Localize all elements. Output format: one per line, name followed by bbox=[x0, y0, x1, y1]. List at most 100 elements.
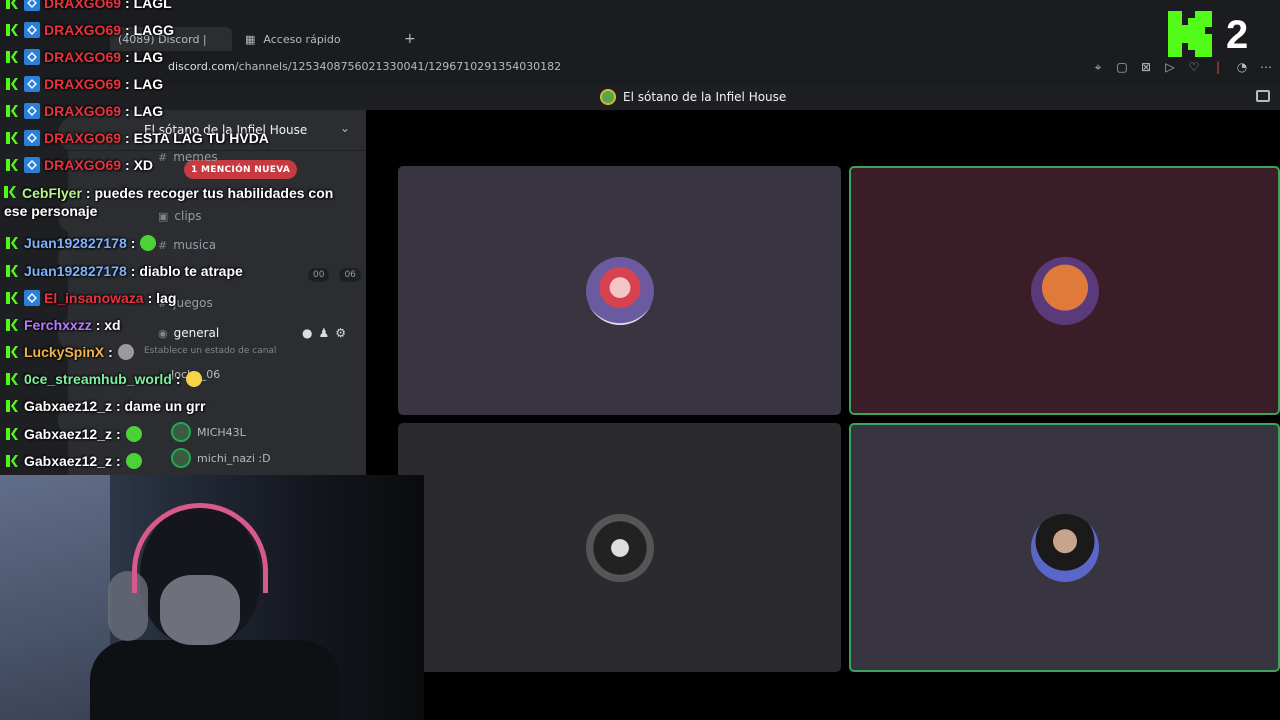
chat-username[interactable]: El_insanowaza bbox=[44, 289, 144, 307]
chat-username[interactable]: DRAXGO69 bbox=[44, 129, 121, 147]
chat-username[interactable]: Ferchxxzz bbox=[24, 316, 92, 334]
subscriber-badge-icon bbox=[24, 22, 40, 38]
browser-toolbar: ⌖ ▢ ⊠ ▷ ♡ | ◔ ⋯ bbox=[1090, 60, 1274, 75]
timer-seconds: 06 bbox=[339, 268, 361, 282]
chat-username[interactable]: DRAXGO69 bbox=[44, 75, 121, 93]
chat-message: DRAXGO69: LAG bbox=[6, 48, 163, 66]
new-tab-button[interactable]: + bbox=[404, 27, 416, 51]
chat-message: DRAXGO69: LAGG bbox=[6, 21, 174, 39]
chat-username[interactable]: CebFlyer bbox=[22, 185, 82, 201]
chat-message: Juan192827178: diablo te atrape bbox=[6, 262, 243, 280]
play-icon[interactable]: ▷ bbox=[1162, 60, 1178, 75]
chat-text: : ESTA LAG TU HVDA bbox=[125, 130, 269, 146]
headset-icon bbox=[132, 503, 268, 593]
chat-username[interactable]: Gabxaez12_z bbox=[24, 425, 112, 443]
chat-username[interactable]: Gabxaez12_z bbox=[24, 452, 112, 470]
chat-text: : LAGL bbox=[125, 0, 172, 11]
avatar bbox=[585, 513, 654, 582]
emote-icon bbox=[117, 344, 134, 360]
server-title-text: El sótano de la Infiel House bbox=[623, 90, 787, 104]
participant-tile-speaking[interactable] bbox=[849, 166, 1280, 415]
chat-message: Gabxaez12_z: dame un grr bbox=[6, 397, 205, 415]
kick-badge-icon bbox=[4, 186, 16, 198]
chat-message: DRAXGO69: XD bbox=[6, 156, 153, 174]
emote-icon bbox=[140, 235, 157, 251]
chat-message: Gabxaez12_z: bbox=[6, 425, 142, 443]
chat-message: Ferchxxzz: xd bbox=[6, 316, 121, 334]
menu-icon[interactable]: ⋯ bbox=[1258, 60, 1274, 75]
separator-icon: | bbox=[1215, 60, 1221, 74]
chat-text: : lag bbox=[147, 290, 177, 306]
webcam-feed bbox=[0, 475, 424, 720]
chat-username[interactable]: LuckySpinX bbox=[24, 343, 104, 361]
kick-badge-icon bbox=[6, 346, 18, 358]
kick-badge-icon bbox=[6, 265, 18, 277]
chat-username[interactable]: Gabxaez12_z bbox=[24, 397, 112, 415]
stream-chat-overlay: DRAXGO69: LAGL DRAXGO69: LAGG DRAXGO69: LA… bbox=[0, 0, 340, 475]
emote-icon bbox=[185, 371, 202, 387]
chat-username[interactable]: DRAXGO69 bbox=[44, 102, 121, 120]
chat-username[interactable]: DRAXGO69 bbox=[44, 21, 121, 39]
chevron-down-icon[interactable]: ⌄ bbox=[340, 121, 350, 135]
subscriber-badge-icon bbox=[24, 49, 40, 65]
chat-message: El_insanowaza: lag bbox=[6, 289, 176, 307]
participant-tile[interactable] bbox=[398, 166, 841, 415]
chat-text: : LAGG bbox=[125, 22, 175, 38]
chat-message: DRAXGO69 : LAGL bbox=[6, 0, 172, 12]
server-icon bbox=[600, 89, 616, 105]
kick-badge-icon bbox=[6, 159, 18, 171]
emote-icon bbox=[125, 453, 142, 469]
chat-text: : dame un grr bbox=[115, 398, 206, 414]
pin-icon[interactable]: ⌖ bbox=[1090, 60, 1106, 75]
kick-badge-icon bbox=[6, 455, 18, 467]
chat-text: : diablo te atrape bbox=[130, 263, 243, 279]
subscriber-badge-icon bbox=[24, 130, 40, 146]
participant-tile-speaking[interactable] bbox=[849, 423, 1280, 672]
avatar bbox=[1030, 513, 1099, 582]
chat-username[interactable]: Juan192827178 bbox=[24, 234, 127, 252]
chat-text: : LAG bbox=[125, 103, 164, 119]
chat-username[interactable]: DRAXGO69 bbox=[44, 48, 121, 66]
server-title: El sótano de la Infiel House bbox=[600, 89, 786, 105]
chat-message: Juan192827178: bbox=[6, 234, 157, 252]
chat-text: : bbox=[175, 371, 181, 387]
kick-badge-icon bbox=[6, 428, 18, 440]
chat-text: : LAG bbox=[125, 49, 164, 65]
kick-badge-icon bbox=[6, 105, 18, 117]
kick-badge-icon bbox=[6, 400, 18, 412]
chat-username[interactable]: Juan192827178 bbox=[24, 262, 127, 280]
chat-text: : bbox=[115, 426, 121, 442]
chat-text: : bbox=[115, 453, 121, 469]
chat-message: LuckySpinX: bbox=[6, 343, 134, 361]
subscriber-badge-icon bbox=[24, 76, 40, 92]
kick-badge-icon bbox=[6, 237, 18, 249]
chat-message: 0ce_streamhub_world: bbox=[6, 370, 202, 388]
chat-message: DRAXGO69: LAG bbox=[6, 75, 163, 93]
chat-message: Gabxaez12_z: bbox=[6, 452, 142, 470]
window-icon[interactable]: ▢ bbox=[1114, 60, 1130, 75]
subscriber-badge-icon bbox=[24, 103, 40, 119]
avatar bbox=[585, 256, 654, 325]
block-icon[interactable]: ⊠ bbox=[1138, 60, 1154, 75]
kick-badge-icon bbox=[6, 319, 18, 331]
chat-username[interactable]: DRAXGO69 bbox=[44, 0, 121, 12]
kick-badge-icon bbox=[6, 373, 18, 385]
chat-text: : xd bbox=[95, 317, 121, 333]
chat-message: DRAXGO69: LAG bbox=[6, 102, 163, 120]
participant-tile[interactable] bbox=[398, 423, 841, 672]
profile-icon[interactable]: ◔ bbox=[1234, 60, 1250, 75]
subscriber-badge-icon bbox=[24, 0, 40, 11]
kick-badge-icon bbox=[6, 292, 18, 304]
inbox-icon[interactable] bbox=[1256, 90, 1270, 102]
subscriber-badge-icon bbox=[24, 157, 40, 173]
chat-username[interactable]: 0ce_streamhub_world bbox=[24, 370, 172, 388]
chat-username[interactable]: DRAXGO69 bbox=[44, 156, 121, 174]
heart-icon[interactable]: ♡ bbox=[1186, 60, 1202, 75]
kick-badge-icon bbox=[6, 78, 18, 90]
chat-text: : LAG bbox=[125, 76, 164, 92]
kick-badge-icon bbox=[6, 132, 18, 144]
chat-text: : XD bbox=[125, 157, 154, 173]
subscriber-badge-icon bbox=[24, 290, 40, 306]
chat-message: DRAXGO69: ESTA LAG TU HVDA bbox=[6, 129, 269, 147]
emote-icon bbox=[125, 426, 142, 442]
